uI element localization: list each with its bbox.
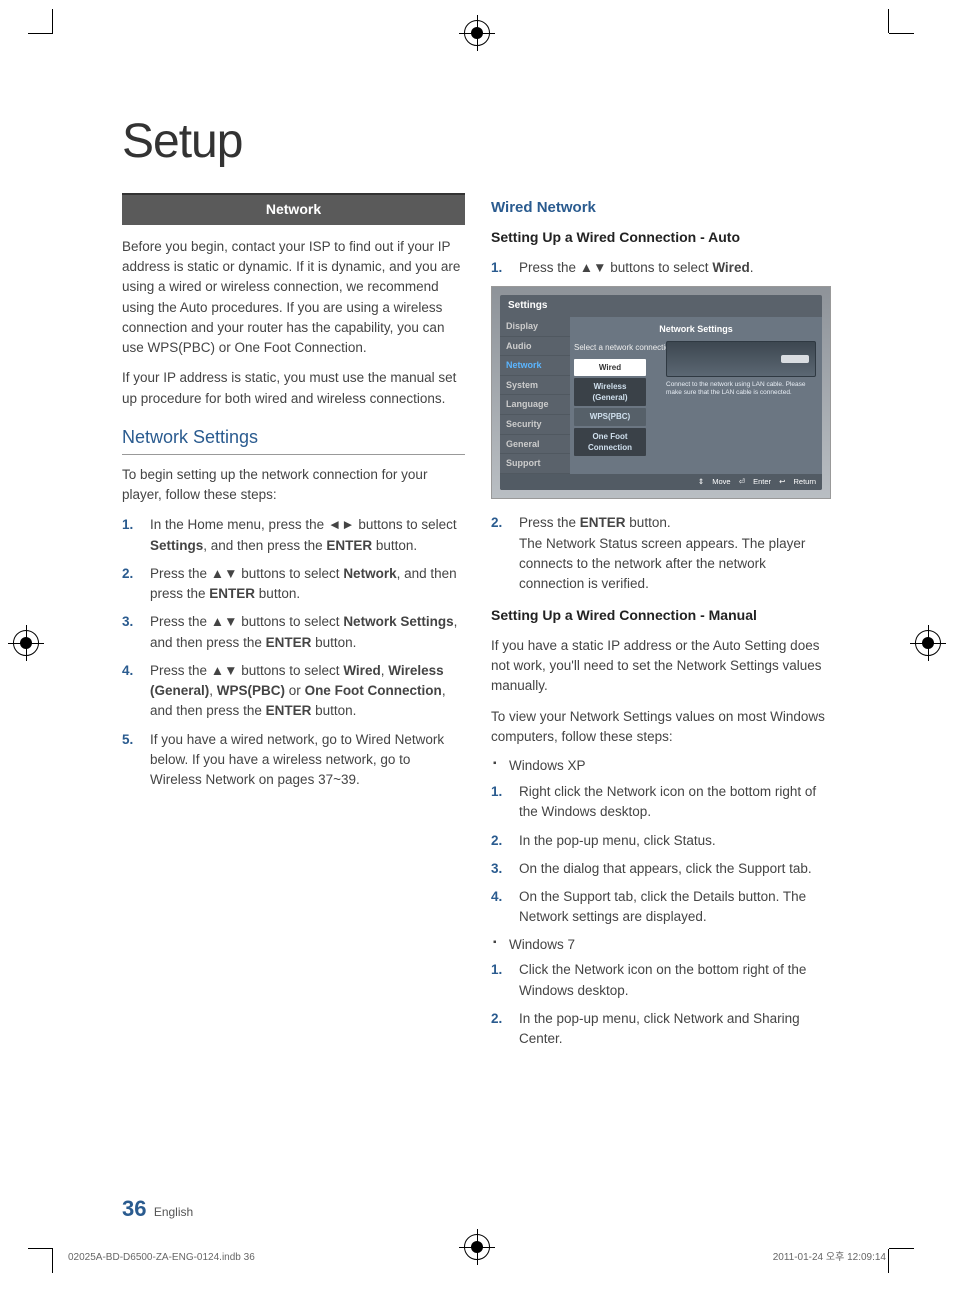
xp-step-2: In the pop-up menu, click Status. <box>491 831 834 851</box>
sidebar-item-language: Language <box>500 395 570 415</box>
intro-paragraph-2: If your IP address is static, you must u… <box>122 368 465 409</box>
w7-steps: Click the Network icon on the bottom rig… <box>491 960 834 1049</box>
section-heading-network: Network <box>122 193 465 225</box>
sidebar-item-network: Network <box>500 356 570 376</box>
screenshot-header: Network Settings <box>574 321 818 340</box>
footer-move: ⇕ Move <box>698 477 731 486</box>
sidebar-item-general: General <box>500 435 570 455</box>
network-settings-steps: In the Home menu, press the ◄► buttons t… <box>122 515 465 790</box>
sidebar-item-audio: Audio <box>500 337 570 357</box>
sidebar-item-system: System <box>500 376 570 396</box>
wired-auto-step-1: Press the ▲▼ buttons to select Wired. <box>491 258 834 278</box>
wired-auto-step-2: Press the ENTER button. The Network Stat… <box>491 513 834 594</box>
crop-mark <box>888 1249 889 1273</box>
xp-step-4: On the Support tab, click the Details bu… <box>491 887 834 928</box>
crop-mark <box>889 1248 914 1249</box>
step-2: Press the ▲▼ buttons to select Network, … <box>122 564 465 605</box>
registration-mark-icon <box>13 630 39 656</box>
manual-paragraph-2: To view your Network Settings values on … <box>491 707 834 748</box>
sidebar-item-security: Security <box>500 415 570 435</box>
crop-mark <box>28 33 53 34</box>
registration-mark-icon <box>464 20 490 46</box>
crop-mark <box>889 33 914 34</box>
heading-wired-auto: Setting Up a Wired Connection - Auto <box>491 228 834 248</box>
step-5: If you have a wired network, go to Wired… <box>122 730 465 791</box>
page-number: 36 English <box>122 1194 193 1225</box>
step-4: Press the ▲▼ buttons to select Wired, Wi… <box>122 661 465 722</box>
option-onefoot: One Foot Connection <box>574 428 646 456</box>
manual-paragraph-1: If you have a static IP address or the A… <box>491 636 834 697</box>
router-illustration-icon <box>666 341 816 377</box>
screenshot-main: Network Settings Select a network connec… <box>570 317 822 474</box>
heading-network-settings: Network Settings <box>122 425 465 455</box>
crop-mark <box>28 1248 53 1249</box>
screenshot-sidebar: Display Audio Network System Language Se… <box>500 317 570 474</box>
footer-file: 02025A-BD-D6500-ZA-ENG-0124.indb 36 <box>68 1251 255 1265</box>
page-language: English <box>154 1205 193 1219</box>
option-wps: WPS(PBC) <box>574 408 646 425</box>
w7-step-2: In the pop-up menu, click Network and Sh… <box>491 1009 834 1050</box>
footer-meta: 02025A-BD-D6500-ZA-ENG-0124.indb 36 2011… <box>68 1251 886 1265</box>
step-1: In the Home menu, press the ◄► buttons t… <box>122 515 465 556</box>
sidebar-item-display: Display <box>500 317 570 337</box>
intro-paragraph-1: Before you begin, contact your ISP to fi… <box>122 237 465 359</box>
wired-auto-steps-b: Press the ENTER button. The Network Stat… <box>491 513 834 594</box>
crop-mark <box>52 9 53 33</box>
bullet-windows-xp: Windows XP <box>491 757 834 776</box>
footer-enter: ⏎ Enter <box>739 477 771 486</box>
network-settings-intro: To begin setting up the network connecti… <box>122 465 465 506</box>
sidebar-item-support: Support <box>500 454 570 474</box>
page-number-value: 36 <box>122 1196 146 1221</box>
settings-screenshot: Settings Display Audio Network System La… <box>491 286 831 499</box>
xp-step-1: Right click the Network icon on the bott… <box>491 782 834 823</box>
option-wireless: Wireless (General) <box>574 378 646 406</box>
w7-step-1: Click the Network icon on the bottom rig… <box>491 960 834 1001</box>
screenshot-title: Settings <box>500 295 822 317</box>
wired-auto-steps-a: Press the ▲▼ buttons to select Wired. <box>491 258 834 278</box>
heading-wired-network: Wired Network <box>491 197 834 218</box>
page-content: Setup Network Before you begin, contact … <box>122 108 834 1057</box>
right-column: Wired Network Setting Up a Wired Connect… <box>491 193 834 1057</box>
page-title: Setup <box>122 108 834 175</box>
crop-mark <box>888 9 889 33</box>
option-wired: Wired <box>574 359 646 376</box>
xp-steps: Right click the Network icon on the bott… <box>491 782 834 928</box>
xp-step-3: On the dialog that appears, click the Su… <box>491 859 834 879</box>
step-3: Press the ▲▼ buttons to select Network S… <box>122 612 465 653</box>
footer-return: ↩ Return <box>779 477 816 486</box>
registration-mark-icon <box>915 630 941 656</box>
left-column: Network Before you begin, contact your I… <box>122 193 465 1057</box>
heading-wired-manual: Setting Up a Wired Connection - Manual <box>491 606 834 626</box>
bullet-windows-7: Windows 7 <box>491 936 834 955</box>
screenshot-note: Connect to the network using LAN cable. … <box>666 381 816 397</box>
crop-mark <box>52 1249 53 1273</box>
footer-timestamp: 2011-01-24 오후 12:09:14 <box>773 1251 886 1265</box>
screenshot-footer: ⇕ Move ⏎ Enter ↩ Return <box>500 474 822 491</box>
